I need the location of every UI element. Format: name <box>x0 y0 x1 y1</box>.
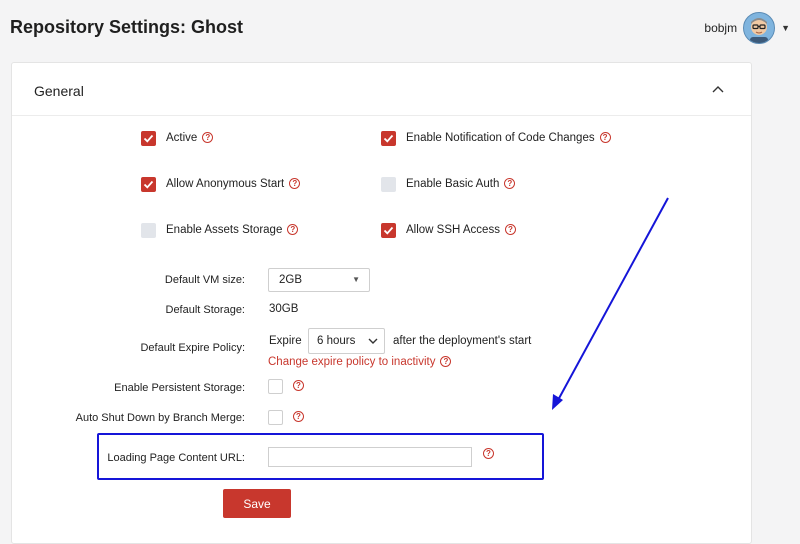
chevron-down-icon <box>368 338 378 344</box>
auto-shutdown-checkbox[interactable] <box>268 410 283 425</box>
storage-value: 30GB <box>269 303 299 315</box>
checkbox-enable-assets-storage[interactable] <box>141 223 156 238</box>
username: bobjm <box>704 21 738 35</box>
vm-size-label: Default VM size: <box>164 274 245 286</box>
checkbox-label: Allow Anonymous Start? <box>166 178 301 190</box>
checkbox-label-text: Active <box>166 132 198 144</box>
avatar-face-icon <box>750 18 769 43</box>
checkbox-active[interactable] <box>141 131 156 146</box>
help-icon[interactable]: ? <box>599 132 611 143</box>
checkbox-label-text: Allow SSH Access <box>406 224 500 236</box>
help-icon[interactable]: ? <box>293 380 304 391</box>
checkmark-icon <box>383 134 394 143</box>
checkbox-allow-anonymous-start[interactable] <box>141 177 156 192</box>
vm-size-select[interactable]: 2GB ▼ <box>268 268 370 292</box>
help-icon[interactable]: ? <box>504 178 516 189</box>
checkbox-label: Enable Notification of Code Changes? <box>406 132 611 144</box>
change-expire-policy-link[interactable]: Change expire policy to inactivity? <box>268 356 452 368</box>
expire-hours-value: 6 hours <box>317 335 356 347</box>
expire-suffix: after the deployment's start <box>393 335 532 347</box>
checkbox-label: Allow SSH Access? <box>406 224 516 236</box>
checkbox-label-text: Enable Assets Storage <box>166 224 283 236</box>
user-menu[interactable]: bobjm ▼ <box>704 12 790 44</box>
chevron-down-icon[interactable]: ▼ <box>781 23 790 33</box>
persistent-storage-checkbox[interactable] <box>268 379 283 394</box>
checkbox-label-text: Enable Basic Auth <box>406 178 500 190</box>
loading-url-input[interactable] <box>268 447 472 467</box>
checkbox-allow-ssh-access[interactable] <box>381 223 396 238</box>
checkmark-icon <box>383 226 394 235</box>
chevron-up-icon[interactable] <box>711 82 725 96</box>
checkbox-enable-notification-of-code-changes[interactable] <box>381 131 396 146</box>
help-icon[interactable]: ? <box>202 132 214 143</box>
loading-url-label: Loading Page Content URL: <box>107 452 245 464</box>
help-icon[interactable]: ? <box>504 224 516 235</box>
checkmark-icon <box>143 134 154 143</box>
storage-label: Default Storage: <box>165 304 246 316</box>
expire-prefix: Expire <box>269 335 302 347</box>
checkmark-icon <box>143 180 154 189</box>
help-icon[interactable]: ? <box>483 448 494 459</box>
change-expire-policy-text: Change expire policy to inactivity <box>268 356 436 368</box>
panel-title: General <box>34 83 84 99</box>
vm-size-value: 2GB <box>279 274 303 286</box>
persistent-storage-label: Enable Persistent Storage: <box>114 382 245 394</box>
auto-shutdown-label: Auto Shut Down by Branch Merge: <box>75 412 245 424</box>
help-icon[interactable]: ? <box>289 178 301 189</box>
help-icon[interactable]: ? <box>287 224 299 235</box>
checkbox-label: Active? <box>166 132 214 144</box>
expire-policy-label: Default Expire Policy: <box>140 342 245 354</box>
expire-hours-select[interactable]: 6 hours <box>308 328 385 354</box>
checkbox-label: Enable Assets Storage? <box>166 224 299 236</box>
help-icon[interactable]: ? <box>440 356 452 367</box>
checkbox-label: Enable Basic Auth? <box>406 178 516 190</box>
save-button[interactable]: Save <box>223 489 291 518</box>
panel-header[interactable]: General <box>12 63 751 116</box>
help-icon[interactable]: ? <box>293 411 304 422</box>
checkbox-label-text: Enable Notification of Code Changes <box>406 132 595 144</box>
chevron-down-icon: ▼ <box>352 275 360 284</box>
checkbox-label-text: Allow Anonymous Start <box>166 178 285 190</box>
checkbox-enable-basic-auth[interactable] <box>381 177 396 192</box>
avatar[interactable] <box>743 12 776 44</box>
page-title: Repository Settings: Ghost <box>10 17 244 37</box>
